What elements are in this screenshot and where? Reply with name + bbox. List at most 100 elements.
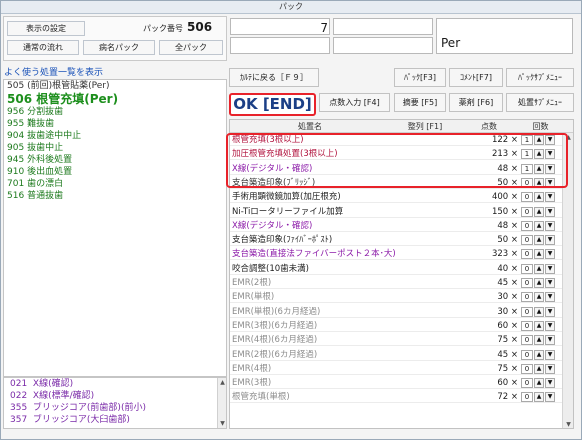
table-row[interactable]: X線(デジタル・確認) 48 × 1 ▲ ▼ xyxy=(230,163,563,175)
increment-icon[interactable]: ▲ xyxy=(534,320,544,331)
decrement-icon[interactable]: ▼ xyxy=(545,335,555,346)
row-count-field[interactable]: 0 xyxy=(521,363,533,374)
sort-button[interactable]: 整列 [F1] xyxy=(390,120,460,133)
table-row[interactable]: 根管充填(3根以上) 122 × 1 ▲ ▼ xyxy=(230,134,563,146)
table-row[interactable]: EMR(3根)(6カ月経過) 60 × 0 ▲ ▼ xyxy=(230,320,563,332)
row-count-field[interactable]: 1 xyxy=(521,163,533,174)
table-row[interactable]: 支台築造(直接法ファイバーポスト２本･大) 323 × 0 ▲ ▼ xyxy=(230,248,563,261)
list-item[interactable]: 505 (前回)根管貼薬(Per) xyxy=(4,80,226,92)
normal-flow-button[interactable]: 通常の流れ xyxy=(7,40,79,55)
list-item[interactable]: 905 抜歯中止 xyxy=(4,142,226,154)
procedure-submenu-button[interactable]: 処置ｻﾌﾞﾒﾆｭｰ xyxy=(506,93,574,112)
table-row[interactable]: 加圧根管充填処置(3根以上) 213 × 1 ▲ ▼ xyxy=(230,148,563,161)
list-item[interactable]: 955 難抜歯 xyxy=(4,118,226,130)
scroll-up-icon[interactable]: ▲ xyxy=(218,378,226,387)
row-count-field[interactable]: 0 xyxy=(521,292,533,303)
row-count-field[interactable]: 0 xyxy=(521,206,533,217)
decrement-icon[interactable]: ▼ xyxy=(545,363,555,374)
decrement-icon[interactable]: ▼ xyxy=(545,349,555,360)
list-item[interactable]: 904 抜歯途中中止 xyxy=(4,130,226,142)
increment-icon[interactable]: ▲ xyxy=(534,278,544,288)
decrement-icon[interactable]: ▼ xyxy=(545,135,555,145)
table-row[interactable]: EMR(2根) 45 × 0 ▲ ▼ xyxy=(230,277,563,289)
pack-button[interactable]: ﾊﾟｯｸ[F3] xyxy=(394,68,446,87)
list-item[interactable]: 021 X線(確認) xyxy=(4,378,226,390)
increment-icon[interactable]: ▲ xyxy=(534,149,544,160)
info-field-4[interactable] xyxy=(333,37,433,54)
favorites-scrollbar[interactable]: ▲ ▼ xyxy=(217,378,226,428)
increment-icon[interactable]: ▲ xyxy=(534,235,544,246)
row-count-field[interactable]: 1 xyxy=(521,149,533,160)
decrement-icon[interactable]: ▼ xyxy=(545,249,555,260)
table-row[interactable]: EMR(4根)(6カ月経過) 75 × 0 ▲ ▼ xyxy=(230,334,563,347)
increment-icon[interactable]: ▲ xyxy=(534,292,544,303)
row-count-field[interactable]: 0 xyxy=(521,263,533,274)
row-count-field[interactable]: 0 xyxy=(521,278,533,288)
table-row[interactable]: EMR(単根) 30 × 0 ▲ ▼ xyxy=(230,291,563,304)
row-count-field[interactable]: 0 xyxy=(521,220,533,231)
decrement-icon[interactable]: ▼ xyxy=(545,378,555,389)
list-item[interactable]: 516 普通抜歯 xyxy=(4,190,226,202)
scroll-up-icon[interactable]: ▲ xyxy=(563,133,573,142)
row-count-field[interactable]: 0 xyxy=(521,306,533,317)
decrement-icon[interactable]: ▼ xyxy=(545,292,555,303)
row-count-field[interactable]: 0 xyxy=(521,249,533,260)
table-row[interactable]: EMR(2根)(6カ月経過) 45 × 0 ▲ ▼ xyxy=(230,349,563,361)
ok-button[interactable]: OK [END] xyxy=(229,93,316,116)
disease-pack-button[interactable]: 病名パック xyxy=(83,40,155,55)
row-count-field[interactable]: 0 xyxy=(521,177,533,188)
decrement-icon[interactable]: ▼ xyxy=(545,206,555,217)
decrement-icon[interactable]: ▼ xyxy=(545,149,555,160)
row-count-field[interactable]: 0 xyxy=(521,335,533,346)
decrement-icon[interactable]: ▼ xyxy=(545,192,555,203)
table-row[interactable]: 支台築造印象(ﾌｧｲﾊﾞｰﾎﾟｽﾄ) 50 × 0 ▲ ▼ xyxy=(230,234,563,247)
increment-icon[interactable]: ▲ xyxy=(534,335,544,346)
row-count-field[interactable]: 0 xyxy=(521,392,533,403)
increment-icon[interactable]: ▲ xyxy=(534,249,544,260)
table-row[interactable]: EMR(3根) 60 × 0 ▲ ▼ xyxy=(230,377,563,390)
row-count-field[interactable]: 0 xyxy=(521,378,533,389)
list-item[interactable]: 945 外科後処置 xyxy=(4,154,226,166)
drug-button[interactable]: 薬剤 [F6] xyxy=(449,93,503,112)
increment-icon[interactable]: ▲ xyxy=(534,220,544,231)
list-item[interactable]: 910 後出血処置 xyxy=(4,166,226,178)
table-row[interactable]: EMR(4根) 75 × 0 ▲ ▼ xyxy=(230,363,563,375)
table-row[interactable]: X線(デジタル・確認) 48 × 0 ▲ ▼ xyxy=(230,220,563,232)
increment-icon[interactable]: ▲ xyxy=(534,135,544,145)
list-item-selected[interactable]: 506 根管充填(Per) xyxy=(4,92,226,106)
table-row[interactable]: 支台築造印象(ﾌﾞﾘｯｼﾞ) 50 × 0 ▲ ▼ xyxy=(230,177,563,189)
row-count-field[interactable]: 0 xyxy=(521,320,533,331)
decrement-icon[interactable]: ▼ xyxy=(545,220,555,231)
list-item[interactable]: 022 X線(標準/確認) xyxy=(4,390,226,402)
decrement-icon[interactable]: ▼ xyxy=(545,263,555,274)
favorites-link[interactable]: よく使う処置一覧を表示 xyxy=(4,65,103,78)
comment-button[interactable]: ｺﾒﾝﾄ[F7] xyxy=(449,68,503,87)
decrement-icon[interactable]: ▼ xyxy=(545,392,555,403)
summary-button[interactable]: 摘要 [F5] xyxy=(394,93,446,112)
table-row[interactable]: 根管充填(単根) 72 × 0 ▲ ▼ xyxy=(230,391,563,404)
list-item[interactable]: 956 分割抜歯 xyxy=(4,106,226,118)
row-count-field[interactable]: 0 xyxy=(521,192,533,203)
grid-scrollbar[interactable]: ▲ ▼ xyxy=(562,133,573,428)
scroll-down-icon[interactable]: ▼ xyxy=(563,420,573,428)
table-row[interactable]: 手術用顕微鏡加算(加圧根充) 400 × 0 ▲ ▼ xyxy=(230,191,563,204)
decrement-icon[interactable]: ▼ xyxy=(545,163,555,174)
increment-icon[interactable]: ▲ xyxy=(534,306,544,317)
decrement-icon[interactable]: ▼ xyxy=(545,235,555,246)
increment-icon[interactable]: ▲ xyxy=(534,378,544,389)
table-row[interactable]: 咬合調整(10歯未満) 40 × 0 ▲ ▼ xyxy=(230,263,563,275)
points-input-button[interactable]: 点数入力 [F4] xyxy=(319,93,390,112)
decrement-icon[interactable]: ▼ xyxy=(545,320,555,331)
all-pack-button[interactable]: 全パック xyxy=(159,40,223,55)
row-count-field[interactable]: 1 xyxy=(521,135,533,145)
increment-icon[interactable]: ▲ xyxy=(534,349,544,360)
row-count-field[interactable]: 0 xyxy=(521,349,533,360)
decrement-icon[interactable]: ▼ xyxy=(545,278,555,288)
list-item[interactable]: 701 歯の漂白 xyxy=(4,178,226,190)
scroll-down-icon[interactable]: ▼ xyxy=(218,419,226,428)
table-row[interactable]: EMR(単根)(6カ月経過) 30 × 0 ▲ ▼ xyxy=(230,306,563,318)
display-settings-button[interactable]: 表示の設定 xyxy=(7,21,85,36)
increment-icon[interactable]: ▲ xyxy=(534,392,544,403)
pack-submenu-button[interactable]: ﾊﾟｯｸｻﾌﾞﾒﾆｭｰ xyxy=(506,68,574,87)
increment-icon[interactable]: ▲ xyxy=(534,177,544,188)
